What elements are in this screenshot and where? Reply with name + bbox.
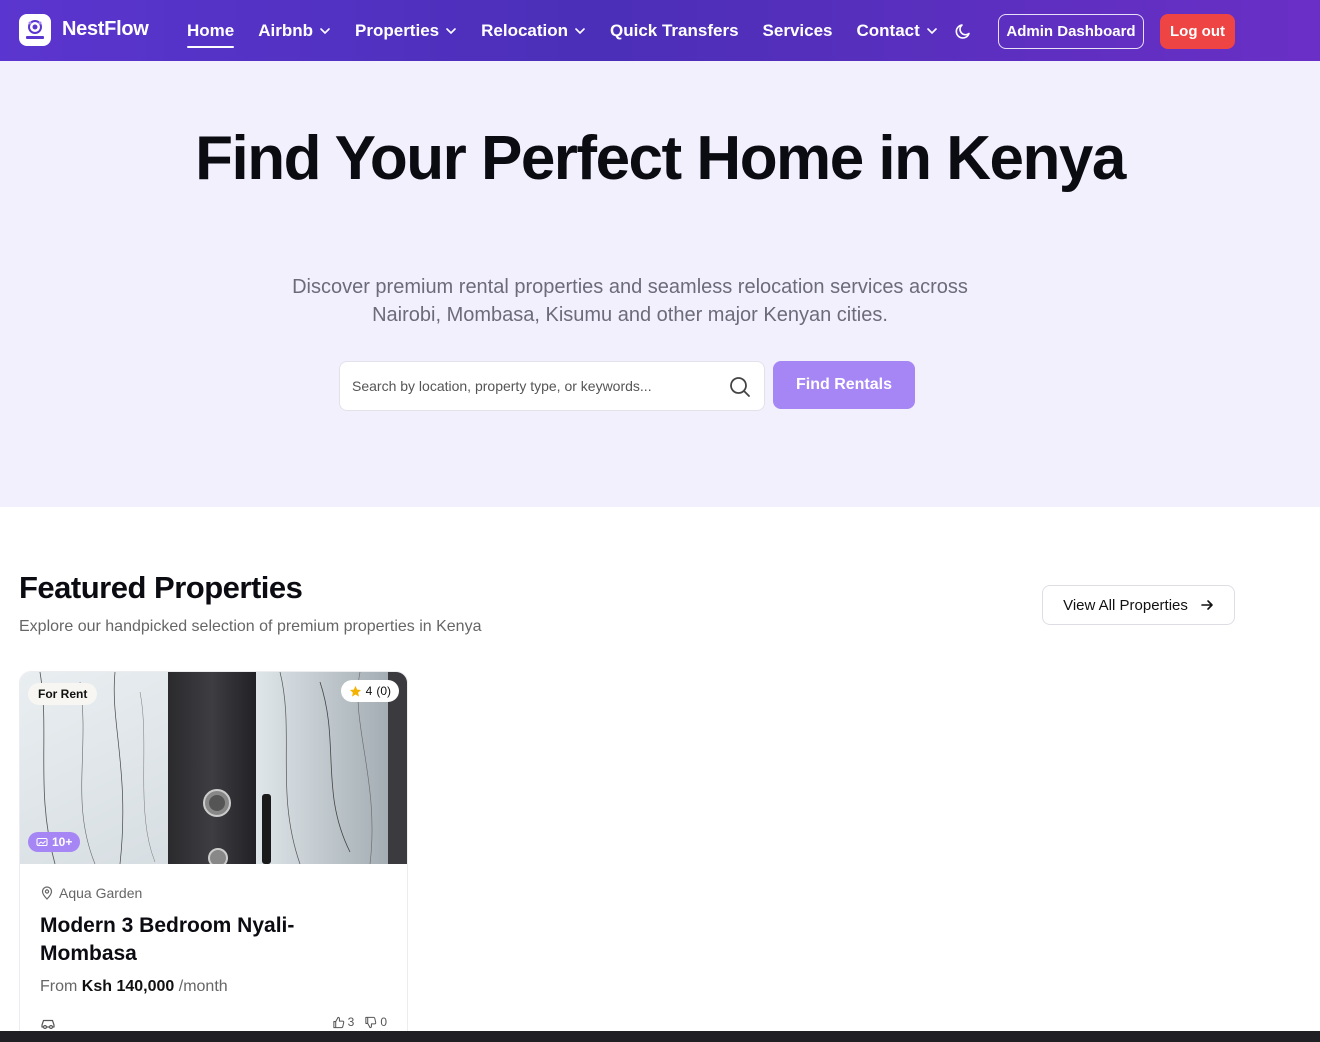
hero-subtitle: Discover premium rental properties and s… bbox=[292, 276, 968, 326]
search-box bbox=[339, 361, 765, 411]
featured-subtitle: Explore our handpicked selection of prem… bbox=[19, 618, 482, 635]
property-price: From Ksh 140,000 /month bbox=[40, 978, 228, 996]
chevron-down-icon bbox=[575, 27, 585, 34]
nav-airbnb[interactable]: Airbnb bbox=[258, 0, 331, 61]
dislike-count: 0 bbox=[380, 1015, 387, 1029]
photo-count: 10+ bbox=[52, 835, 73, 849]
top-navbar: NestFlow Home Airbnb Properties Relocati… bbox=[0, 0, 1320, 61]
hero-title: Find Your Perfect Home in Kenya bbox=[195, 124, 1126, 193]
images-icon bbox=[36, 837, 48, 847]
brand-logo[interactable] bbox=[19, 14, 51, 46]
brand-name[interactable]: NestFlow bbox=[62, 18, 149, 41]
car-icon bbox=[41, 1019, 55, 1029]
nav-quick-transfers[interactable]: Quick Transfers bbox=[610, 0, 739, 61]
admin-dashboard-button[interactable]: Admin Dashboard bbox=[998, 14, 1144, 49]
property-title[interactable]: Modern 3 Bedroom Nyali-Mombasa bbox=[40, 912, 370, 968]
location-text: Aqua Garden bbox=[59, 885, 143, 901]
taskbar-edge bbox=[0, 1031, 1320, 1042]
votes: 3 0 bbox=[332, 1015, 387, 1029]
price-amount: Ksh 140,000 bbox=[81, 978, 175, 995]
map-pin-icon bbox=[41, 886, 53, 900]
nav-contact[interactable]: Contact bbox=[856, 0, 937, 61]
search-icon[interactable] bbox=[728, 375, 752, 399]
moon-icon[interactable] bbox=[954, 21, 974, 41]
nav-home[interactable]: Home bbox=[187, 0, 235, 61]
property-location: Aqua Garden bbox=[40, 885, 142, 901]
price-prefix: From bbox=[40, 978, 78, 995]
nav-home-label: Home bbox=[187, 20, 235, 40]
chevron-down-icon bbox=[446, 27, 456, 34]
thumbs-up-icon bbox=[332, 1016, 344, 1028]
find-rentals-button[interactable]: Find Rentals bbox=[773, 361, 915, 409]
nav-contact-label: Contact bbox=[856, 20, 920, 40]
nav-links: Home Airbnb Properties Relocation Quick … bbox=[187, 0, 938, 61]
rating-value: 4 bbox=[365, 684, 373, 698]
rating-badge: 4 (0) bbox=[340, 680, 399, 702]
thumbs-down-icon bbox=[365, 1016, 377, 1028]
logout-button[interactable]: Log out bbox=[1160, 14, 1235, 49]
arrow-right-icon bbox=[1201, 600, 1213, 610]
view-all-properties-button[interactable]: View All Properties bbox=[1042, 585, 1235, 625]
chevron-down-icon bbox=[926, 27, 937, 34]
photo-count-badge[interactable]: 10+ bbox=[28, 832, 81, 852]
for-rent-badge: For Rent bbox=[28, 683, 98, 705]
nav-properties-label: Properties bbox=[355, 20, 440, 40]
featured-title: Featured Properties bbox=[19, 570, 303, 605]
nav-services-label: Services bbox=[762, 20, 833, 40]
nav-properties[interactable]: Properties bbox=[355, 0, 457, 61]
hero-section: Find Your Perfect Home in Kenya Discover… bbox=[0, 61, 1320, 507]
logo-icon bbox=[26, 20, 44, 39]
nav-airbnb-label: Airbnb bbox=[258, 20, 314, 40]
nav-quick-transfers-label: Quick Transfers bbox=[610, 20, 739, 40]
like-button[interactable]: 3 bbox=[332, 1015, 355, 1029]
nav-relocation-label: Relocation bbox=[481, 20, 569, 40]
dislike-button[interactable]: 0 bbox=[364, 1015, 387, 1029]
chevron-down-icon bbox=[320, 27, 330, 34]
price-suffix: /month bbox=[178, 978, 228, 995]
rating-count: (0) bbox=[376, 684, 391, 698]
like-count: 3 bbox=[347, 1015, 355, 1029]
view-all-label: View All Properties bbox=[1063, 596, 1188, 614]
nav-relocation[interactable]: Relocation bbox=[481, 0, 586, 61]
nav-services[interactable]: Services bbox=[763, 0, 833, 61]
search-input[interactable] bbox=[352, 378, 712, 394]
property-card[interactable]: For Rent 4 (0) 10+ Aqua Garden Modern 3 … bbox=[19, 671, 408, 1042]
star-icon bbox=[349, 685, 361, 697]
